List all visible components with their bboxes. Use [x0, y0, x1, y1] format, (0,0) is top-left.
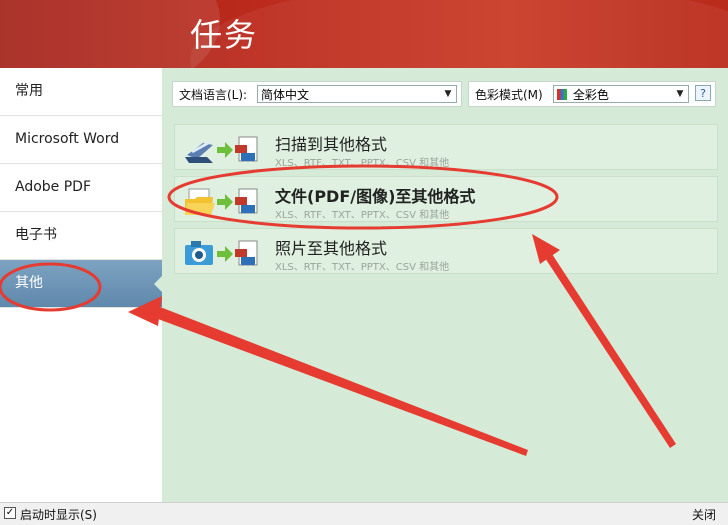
close-button[interactable]: 关闭 [692, 506, 716, 523]
folder-to-document-icon [185, 188, 258, 215]
task-title: 文件(PDF/图像)至其他格式 [275, 187, 476, 206]
task-subtitle: XLS、RTF、TXT、PPTX、CSV 和其他 [275, 262, 450, 273]
task-photo-to-other[interactable]: 照片至其他格式 XLS、RTF、TXT、PPTX、CSV 和其他 [174, 228, 718, 274]
sidebar-item-adobe-pdf[interactable]: Adobe PDF [0, 164, 162, 212]
color-swatch-icon [557, 89, 567, 100]
task-file-to-other[interactable]: 文件(PDF/图像)至其他格式 XLS、RTF、TXT、PPTX、CSV 和其他 [174, 176, 718, 222]
task-subtitle: XLS、RTF、TXT、PPTX、CSV 和其他 [275, 158, 450, 169]
sidebar-item-label: 电子书 [15, 227, 57, 243]
footer-bar: ✓ 启动时显示(S) 关闭 [0, 502, 728, 525]
sidebar: 常用 Microsoft Word Adobe PDF 电子书 其他 [0, 68, 163, 502]
sidebar-item-label: 其他 [15, 275, 43, 291]
task-title: 扫描到其他格式 [275, 135, 388, 154]
header-banner: 任务 [0, 0, 728, 68]
sidebar-item-label: Microsoft Word [15, 131, 120, 147]
camera-to-document-icon [185, 240, 258, 266]
header-decoration [190, 0, 728, 68]
header-decoration [0, 0, 220, 68]
task-title: 照片至其他格式 [275, 239, 388, 258]
task-scan-to-other[interactable]: 扫描到其他格式 XLS、RTF、TXT、PPTX、CSV 和其他 [174, 124, 718, 170]
sidebar-item-common[interactable]: 常用 [0, 68, 162, 116]
color-mode-bar: 色彩模式(M) 全彩色 ▼ ? [468, 81, 716, 107]
startup-label: 启动时显示(S) [20, 508, 97, 522]
task-subtitle: XLS、RTF、TXT、PPTX、CSV 和其他 [275, 210, 450, 221]
document-language-bar: 文档语言(L): 简体中文 ▼ [172, 81, 462, 107]
help-button[interactable]: ? [695, 85, 711, 101]
color-mode-value: 全彩色 [572, 88, 609, 102]
sidebar-item-other[interactable]: 其他 [0, 260, 163, 308]
document-language-select[interactable]: 简体中文 ▼ [257, 85, 457, 103]
color-mode-label: 色彩模式(M) [475, 88, 543, 102]
document-language-label: 文档语言(L): [179, 88, 248, 102]
chevron-down-icon: ▼ [444, 89, 452, 99]
document-language-value: 简体中文 [261, 88, 310, 102]
chevron-down-icon: ▼ [676, 89, 684, 99]
sidebar-item-label: Adobe PDF [15, 179, 92, 195]
sidebar-item-ebook[interactable]: 电子书 [0, 212, 162, 260]
task-panel: 文档语言(L): 简体中文 ▼ 色彩模式(M) 全彩色 ▼ ? 扫描到其他格式 … [162, 68, 728, 502]
sidebar-item-label: 常用 [15, 83, 43, 99]
page-title: 任务 [190, 16, 259, 54]
scanner-to-document-icon [185, 136, 258, 163]
startup-checkbox[interactable]: ✓ [4, 507, 16, 519]
color-mode-select[interactable]: 全彩色 ▼ [553, 85, 689, 103]
sidebar-item-microsoft-word[interactable]: Microsoft Word [0, 116, 162, 164]
